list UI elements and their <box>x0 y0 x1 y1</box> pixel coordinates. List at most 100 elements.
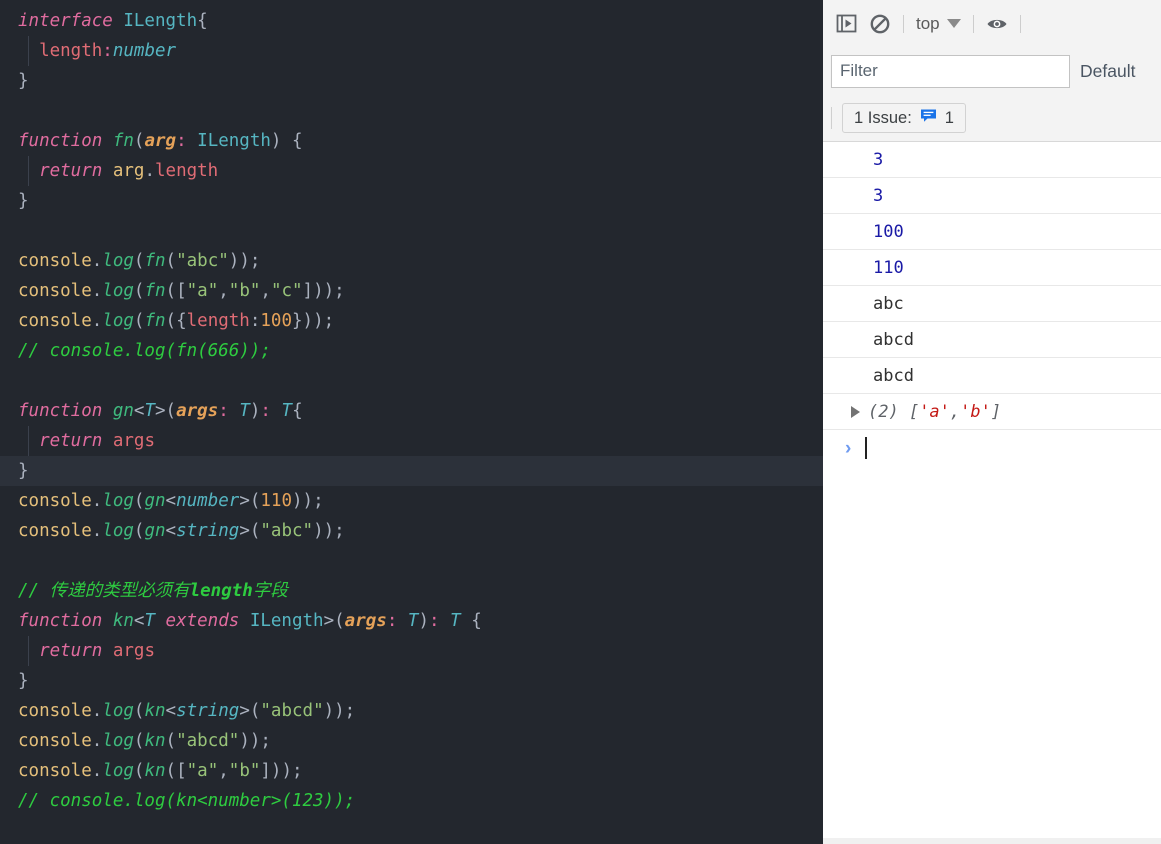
code-line[interactable]: // console.log(kn<number>(123)); <box>0 786 823 816</box>
code-token: )); <box>313 521 345 541</box>
indent-guide <box>28 156 29 186</box>
code-token: gn <box>112 401 134 421</box>
code-token: )); <box>323 701 356 721</box>
code-line[interactable]: } <box>0 186 823 216</box>
code-token: , <box>260 281 271 301</box>
code-line[interactable]: function fn(arg: ILength) { <box>0 126 823 156</box>
console-row[interactable]: (2) ['a', 'b'] <box>823 394 1161 430</box>
console-row[interactable]: 110 <box>823 250 1161 286</box>
console-array-value[interactable]: (2) ['a', 'b'] <box>851 402 1001 422</box>
console-row[interactable]: 3 <box>823 178 1161 214</box>
code-token: ( <box>165 251 177 271</box>
code-token: ( <box>133 731 145 751</box>
code-line[interactable]: console.log(kn(["a","b"])); <box>0 756 823 786</box>
code-token: return <box>39 431 113 451</box>
code-token: interface <box>18 11 124 31</box>
code-line[interactable]: } <box>0 66 823 96</box>
eye-icon[interactable] <box>980 7 1014 41</box>
console-prompt-row[interactable]: › <box>823 430 1161 466</box>
console-sidebar-icon[interactable] <box>829 7 863 41</box>
code-token: ( <box>133 761 145 781</box>
code-token: . <box>91 311 103 331</box>
code-token: console <box>18 761 92 781</box>
devtools-page: interface ILength{ length:number} functi… <box>0 0 1161 844</box>
code-token: >( <box>239 701 261 721</box>
filter-input[interactable] <box>831 54 1070 88</box>
code-token: console <box>18 701 92 721</box>
code-token: ) <box>418 611 430 631</box>
code-line[interactable]: console.log(kn("abcd")); <box>0 726 823 756</box>
console-row[interactable]: abcd <box>823 322 1161 358</box>
code-line[interactable]: } <box>0 456 823 486</box>
code-token: ([ <box>165 281 187 301</box>
execution-context-selector[interactable]: top <box>910 9 967 39</box>
code-line[interactable] <box>0 216 823 246</box>
code-token: . <box>144 161 155 181</box>
code-line[interactable]: console.log(fn("abc")); <box>0 246 823 276</box>
code-token: log <box>102 731 134 751</box>
code-line[interactable]: function gn<T>(args: T): T{ <box>0 396 823 426</box>
code-token: args <box>344 611 387 631</box>
console-value: 3 <box>873 149 884 170</box>
console-filter-bar: Default <box>823 47 1161 95</box>
code-token: kn <box>144 761 166 781</box>
code-token: "abc" <box>260 521 314 541</box>
code-lines[interactable]: interface ILength{ length:number} functi… <box>0 0 823 816</box>
issues-badge[interactable]: 1 Issue: 1 <box>842 103 966 133</box>
code-token: log <box>102 521 134 541</box>
code-token: length <box>155 161 219 181</box>
code-token: console <box>18 311 92 331</box>
code-token: 传递的类型必须有 <box>49 581 190 601</box>
code-token: console <box>18 281 92 301</box>
code-line[interactable]: console.log(gn<string>("abc")); <box>0 516 823 546</box>
code-token: ILength <box>197 131 271 151</box>
console-prompt-caret[interactable] <box>865 437 867 459</box>
code-line[interactable]: console.log(gn<number>(110)); <box>0 486 823 516</box>
devtools-console-panel: top Default 1 Issue: <box>823 0 1161 844</box>
code-line[interactable]: return arg.length <box>0 156 823 186</box>
console-row[interactable]: abcd <box>823 358 1161 394</box>
code-token: log <box>102 701 134 721</box>
code-line[interactable] <box>0 366 823 396</box>
code-line[interactable]: function kn<T extends ILength>(args: T):… <box>0 606 823 636</box>
code-token: ])); <box>302 281 345 301</box>
code-line[interactable]: console.log(fn({length:100})); <box>0 306 823 336</box>
toolbar-divider-1 <box>903 14 904 33</box>
console-row[interactable]: 100 <box>823 214 1161 250</box>
code-line[interactable]: return args <box>0 636 823 666</box>
code-line[interactable] <box>0 546 823 576</box>
console-row[interactable]: 3 <box>823 142 1161 178</box>
code-token: ( <box>133 311 145 331</box>
code-token: ([ <box>165 761 187 781</box>
code-line[interactable] <box>0 96 823 126</box>
expand-triangle-icon[interactable] <box>851 405 860 418</box>
code-line[interactable]: interface ILength{ <box>0 6 823 36</box>
code-token: : <box>102 41 113 61</box>
code-editor[interactable]: interface ILength{ length:number} functi… <box>0 0 823 844</box>
code-token: // console.log(fn(666)); <box>18 341 271 361</box>
log-level-selector[interactable]: Default <box>1080 61 1135 82</box>
console-row[interactable]: abc <box>823 286 1161 322</box>
code-line[interactable]: console.log(fn(["a","b","c"])); <box>0 276 823 306</box>
code-token: < <box>165 521 177 541</box>
code-token: "c" <box>270 281 303 301</box>
code-line[interactable]: } <box>0 666 823 696</box>
code-line[interactable]: length:number <box>0 36 823 66</box>
code-token: : <box>249 311 261 331</box>
code-line[interactable]: // console.log(fn(666)); <box>0 336 823 366</box>
code-token: . <box>91 731 103 751</box>
code-token: < <box>165 491 177 511</box>
clear-console-icon[interactable] <box>863 7 897 41</box>
code-token: } <box>18 461 29 481</box>
code-line[interactable]: console.log(kn<string>("abcd")); <box>0 696 823 726</box>
code-line[interactable]: // 传递的类型必须有length字段 <box>0 576 823 606</box>
toolbar-divider-3 <box>1019 14 1021 33</box>
console-output[interactable]: 3 3 100 110 abc abcd abcd (2) ['a', 'b'] › <box>823 142 1161 838</box>
indent-guide <box>28 636 29 666</box>
code-token: ( <box>133 701 145 721</box>
code-token: : <box>429 611 440 631</box>
console-value: 110 <box>873 257 904 278</box>
code-token: 100 <box>260 311 292 331</box>
code-line[interactable]: return args <box>0 426 823 456</box>
